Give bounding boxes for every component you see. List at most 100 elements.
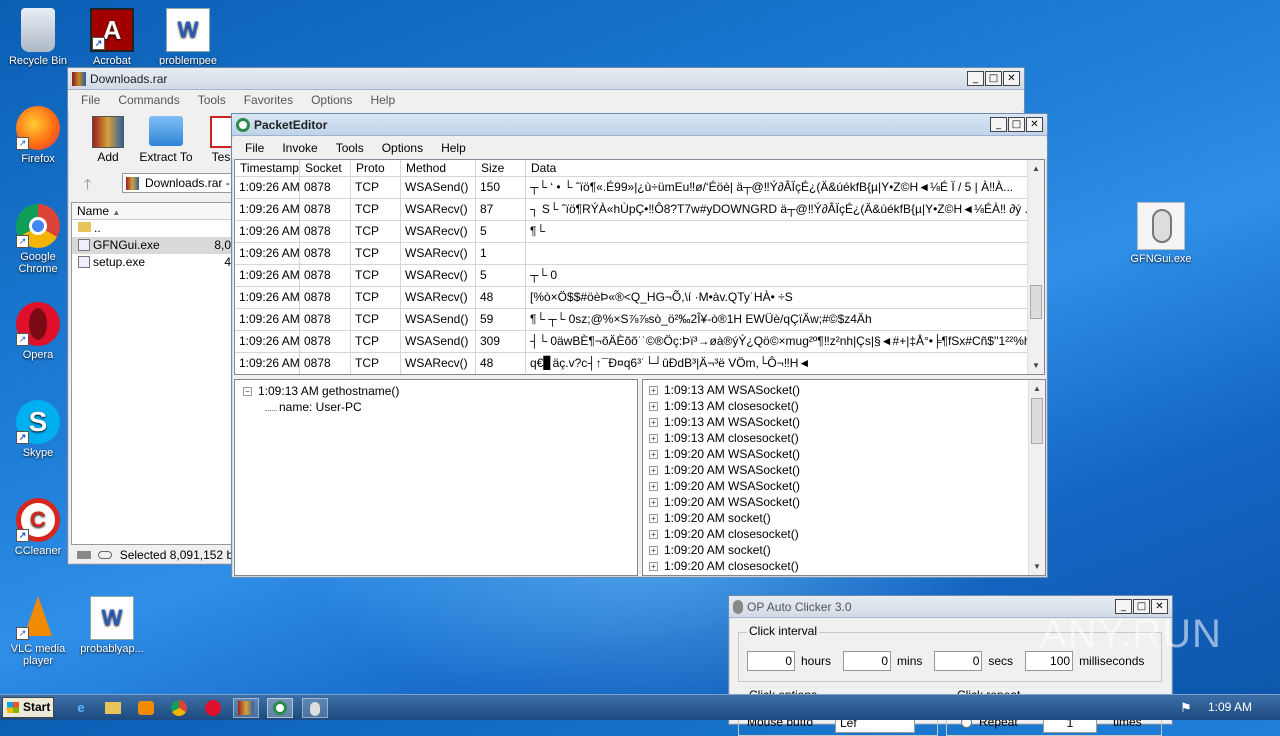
hours-input[interactable]: [747, 651, 795, 671]
clock[interactable]: 1:09 AM: [1200, 700, 1260, 714]
call-log-item[interactable]: +1:09:20 AM socket(): [649, 510, 1039, 526]
expand-icon[interactable]: +: [649, 417, 658, 427]
call-log-item[interactable]: +1:09:20 AM WSASocket(): [649, 494, 1039, 510]
packet-row[interactable]: 1:09:26 AM 0878 TCP WSARecv() 5 ¶└: [235, 221, 1044, 243]
menu-tools[interactable]: Tools: [189, 93, 235, 107]
packet-row[interactable]: 1:09:26 AM 0878 TCP WSASend() 150 ┬└ ‘ • └ ˆï…: [235, 177, 1044, 199]
winrar-titlebar[interactable]: Downloads.rar _ □ ✕: [68, 68, 1024, 90]
packet-table-scrollbar[interactable]: ▲ ▼: [1027, 160, 1044, 374]
expand-icon[interactable]: +: [649, 433, 658, 443]
desktop-icon-recycle-bin[interactable]: Recycle Bin: [0, 8, 76, 67]
expand-icon[interactable]: +: [649, 513, 658, 523]
desktop-icon-chrome[interactable]: ↗ Google Chrome: [0, 204, 76, 275]
scroll-down-arrow-icon[interactable]: ▼: [1029, 558, 1045, 575]
desktop-icon-vlc[interactable]: ↗ VLC media player: [0, 596, 76, 667]
expand-icon[interactable]: +: [649, 529, 658, 539]
tree-node[interactable]: − 1:09:13 AM gethostname(): [243, 383, 629, 399]
call-log-item[interactable]: +1:09:13 AM closesocket(): [649, 398, 1039, 414]
menu-file[interactable]: File: [72, 93, 109, 107]
menu-invoke[interactable]: Invoke: [273, 141, 326, 155]
desktop-icon-skype[interactable]: S ↗ Skype: [0, 400, 76, 459]
packet-row[interactable]: 1:09:26 AM 0878 TCP WSARecv() 5 ┬└ 0: [235, 265, 1044, 287]
media-player-icon[interactable]: [133, 698, 159, 718]
call-log-scrollbar[interactable]: ▲ ▼: [1028, 380, 1045, 575]
desktop-icon-acrobat[interactable]: A ↗ Acrobat: [74, 8, 150, 65]
expand-icon[interactable]: +: [649, 561, 658, 571]
start-button[interactable]: Start: [2, 697, 54, 718]
path-field[interactable]: Downloads.rar - F: [122, 173, 232, 193]
menu-options[interactable]: Options: [302, 93, 361, 107]
call-log-item[interactable]: +1:09:13 AM WSASocket(): [649, 414, 1039, 430]
column-header-socket[interactable]: Socket: [300, 160, 351, 176]
file-row[interactable]: setup.exe 4: [72, 254, 233, 271]
desktop-icon-opera[interactable]: ↗ Opera: [0, 302, 76, 361]
menu-options[interactable]: Options: [373, 141, 432, 155]
call-log-item[interactable]: +1:09:13 AM WSASocket(): [649, 382, 1039, 398]
packet-row[interactable]: 1:09:26 AM 0878 TCP WSARecv() 87 ┐ S└ ˆïö¶RÝÀ…: [235, 199, 1044, 221]
expand-icon[interactable]: +: [649, 465, 658, 475]
call-log-item[interactable]: +1:09:20 AM WSASocket(): [649, 462, 1039, 478]
file-row[interactable]: ..: [72, 220, 233, 237]
secs-input[interactable]: [934, 651, 983, 671]
column-header-method[interactable]: Method: [401, 160, 476, 176]
call-log-item[interactable]: +1:09:13 AM closesocket(): [649, 430, 1039, 446]
call-log-item[interactable]: +1:09:20 AM closesocket(): [649, 558, 1039, 574]
autoclicker-taskbar-icon[interactable]: [302, 698, 328, 718]
menu-help[interactable]: Help: [361, 93, 404, 107]
packet-row[interactable]: 1:09:26 AM 0878 TCP WSASend() 59 ¶└ ┬└ 0sz;@%…: [235, 309, 1044, 331]
file-explorer-icon[interactable]: [100, 698, 126, 718]
packet-row[interactable]: 1:09:26 AM 0878 TCP WSARecv() 48 q€▊äç.v?c┤↑¯…: [235, 353, 1044, 374]
packet-row[interactable]: 1:09:26 AM 0878 TCP WSASend() 309 ┤└ 0äwBÈ¶¬õ…: [235, 331, 1044, 353]
maximize-button[interactable]: □: [1008, 117, 1025, 132]
scroll-up-arrow-icon[interactable]: ▲: [1029, 380, 1045, 397]
desktop-icon-problempee[interactable]: W problempee: [150, 8, 226, 65]
scroll-thumb[interactable]: [1031, 398, 1043, 444]
scroll-up-arrow-icon[interactable]: ▲: [1028, 160, 1044, 177]
menu-favorites[interactable]: Favorites: [235, 93, 302, 107]
expand-icon[interactable]: +: [649, 449, 658, 459]
packet-row[interactable]: 1:09:26 AM 0878 TCP WSARecv() 1: [235, 243, 1044, 265]
collapse-icon[interactable]: −: [243, 386, 252, 396]
packeteditor-titlebar[interactable]: PacketEditor _ □ ✕: [232, 114, 1047, 136]
expand-icon[interactable]: +: [649, 385, 658, 395]
menu-commands[interactable]: Commands: [109, 93, 188, 107]
column-header-proto[interactable]: Proto: [351, 160, 401, 176]
expand-icon[interactable]: +: [649, 401, 658, 411]
desktop-icon-gfngui[interactable]: GFNGui.exe: [1123, 202, 1199, 265]
expand-icon[interactable]: +: [649, 481, 658, 491]
call-log-item[interactable]: +1:09:20 AM closesocket(): [649, 526, 1039, 542]
column-header-name[interactable]: Name ▲: [72, 203, 233, 220]
close-button[interactable]: ✕: [1003, 71, 1020, 86]
file-row[interactable]: GFNGui.exe 8,0: [72, 237, 233, 254]
expand-icon[interactable]: +: [649, 497, 658, 507]
internet-explorer-icon[interactable]: e: [68, 698, 94, 718]
packeteditor-taskbar-icon[interactable]: [267, 698, 293, 718]
call-log-item[interactable]: +1:09:20 AM WSASocket(): [649, 446, 1039, 462]
scroll-thumb[interactable]: [1030, 285, 1042, 319]
column-header-size[interactable]: Size: [476, 160, 526, 176]
packet-row[interactable]: 1:09:26 AM 0878 TCP WSARecv() 48 [%ò×Ö$$#öèÞ«…: [235, 287, 1044, 309]
column-header-timestamp[interactable]: Timestamp: [235, 160, 300, 176]
winrar-taskbar-icon[interactable]: [233, 698, 259, 718]
menu-file[interactable]: File: [236, 141, 273, 155]
close-button[interactable]: ✕: [1026, 117, 1043, 132]
minimize-button[interactable]: _: [990, 117, 1007, 132]
desktop-icon-firefox[interactable]: ↗ Firefox: [0, 106, 76, 165]
scroll-down-arrow-icon[interactable]: ▼: [1028, 357, 1044, 374]
menu-help[interactable]: Help: [432, 141, 475, 155]
mins-input[interactable]: [843, 651, 892, 671]
up-arrow-icon[interactable]: 🡑: [84, 174, 91, 198]
call-log-item[interactable]: +1:09:20 AM socket(): [649, 542, 1039, 558]
opera-taskbar-icon[interactable]: [200, 698, 226, 718]
extract-to-button[interactable]: Extract To: [136, 116, 196, 164]
column-header-data[interactable]: Data: [526, 160, 1030, 176]
minimize-button[interactable]: _: [967, 71, 984, 86]
expand-icon[interactable]: +: [649, 545, 658, 555]
desktop-icon-probablyap[interactable]: W probablyap...: [74, 596, 150, 655]
chrome-taskbar-icon[interactable]: [166, 698, 192, 718]
menu-tools[interactable]: Tools: [327, 141, 373, 155]
tray-flag-icon[interactable]: ⚑: [1180, 700, 1192, 716]
add-button[interactable]: Add: [82, 116, 134, 164]
call-log-item[interactable]: +1:09:20 AM WSASocket(): [649, 478, 1039, 494]
maximize-button[interactable]: □: [985, 71, 1002, 86]
